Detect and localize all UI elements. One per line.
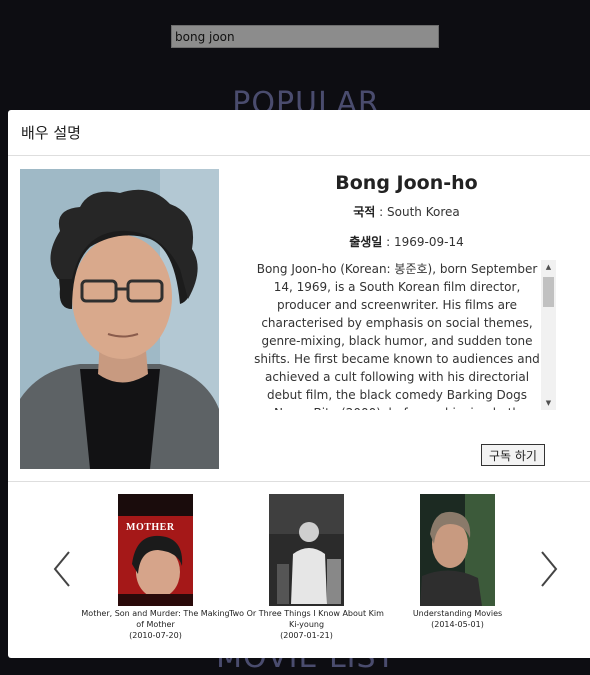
poster-title-text: MOTHER	[126, 522, 175, 533]
movie-poster[interactable]	[269, 494, 344, 606]
movie-title: Two Or Three Things I Know About Kim Ki-…	[229, 609, 384, 629]
actor-name: Bong Joon-ho	[335, 172, 478, 194]
chevron-right-icon[interactable]	[539, 550, 559, 588]
movie-title: Mother, Son and Murder: The Making of Mo…	[81, 609, 230, 629]
movie-title: Understanding Movies	[412, 609, 503, 618]
birth-date-line: 출생일 : 1969-09-14	[349, 235, 464, 249]
biography-scrollbar[interactable]: ▲ ▼	[541, 260, 556, 410]
triangle-up-icon[interactable]: ▲	[541, 260, 556, 274]
movie-card[interactable]: Two Or Three Things I Know About Kim Ki-…	[229, 494, 384, 641]
movie-card[interactable]: Understanding Movies (2014-05-01)	[380, 494, 535, 630]
movie-poster[interactable]	[420, 494, 495, 606]
modal-title: 배우 설명	[8, 110, 590, 156]
subscribe-button[interactable]: 구독 하기	[481, 444, 545, 466]
movie-release-date: (2010-07-20)	[129, 631, 182, 640]
chevron-left-icon[interactable]	[52, 550, 72, 588]
scrollbar-thumb[interactable]	[543, 277, 554, 307]
movie-card[interactable]: MOTHER Mother, Son and Murder: The Makin…	[78, 494, 233, 641]
triangle-down-icon[interactable]: ▼	[541, 396, 556, 410]
section-divider	[8, 481, 590, 482]
actor-photo	[20, 169, 219, 469]
biography-scroll-area[interactable]: Bong Joon-ho (Korean: 봉준호), born Septemb…	[253, 260, 556, 410]
nationality-line: 국적 : South Korea	[353, 205, 460, 219]
birth-date-label: 출생일	[349, 235, 383, 249]
movie-release-date: (2007-01-21)	[280, 631, 333, 640]
biography-text: Bong Joon-ho (Korean: 봉준호), born Septemb…	[254, 262, 540, 410]
nationality-label: 국적	[353, 205, 376, 219]
actor-modal: 배우 설명 Bong Joon-ho 국적 : South Korea 출생일 …	[8, 110, 590, 658]
birth-date-value: 1969-09-14	[394, 235, 464, 249]
movie-poster[interactable]: MOTHER	[118, 494, 193, 606]
movie-release-date: (2014-05-01)	[431, 620, 484, 629]
nationality-value: South Korea	[387, 205, 460, 219]
search-input[interactable]	[171, 25, 439, 48]
